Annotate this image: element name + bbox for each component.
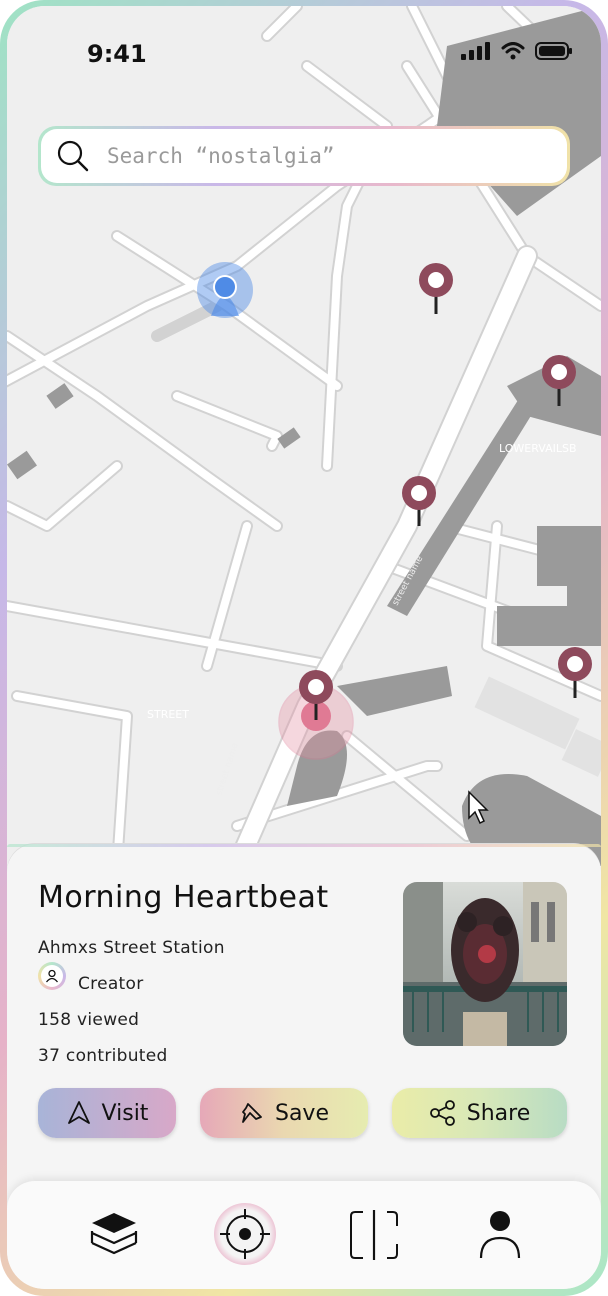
status-time: 9:41 — [87, 40, 147, 68]
place-title: Morning Heartbeat — [38, 880, 329, 915]
pin-icon — [242, 1103, 262, 1123]
share-icon — [429, 1100, 455, 1126]
scan-icon — [350, 1210, 398, 1260]
profile-icon — [479, 1211, 521, 1259]
visit-label: Visit — [101, 1100, 149, 1126]
save-button[interactable]: Save — [200, 1088, 368, 1138]
share-label: Share — [466, 1100, 531, 1126]
tab-profile[interactable] — [470, 1205, 530, 1265]
contributed-count: 37 contributed — [38, 1046, 168, 1066]
bottom-tab-bar — [7, 1181, 601, 1289]
tab-scan[interactable] — [344, 1205, 404, 1265]
viewed-count: 158 viewed — [38, 1010, 140, 1030]
place-thumbnail[interactable] — [403, 882, 567, 1046]
navigation-arrow-icon — [67, 1101, 90, 1124]
tab-layers[interactable] — [84, 1205, 144, 1265]
status-bar: 9:41 — [7, 6, 601, 96]
search-input[interactable] — [105, 143, 529, 169]
battery-icon — [535, 42, 572, 60]
street-label: STREET — [147, 708, 189, 721]
wifi-icon — [501, 42, 525, 60]
street-label: LOWERVAILSB — [499, 442, 577, 455]
phone-screen: LOWERVAILSB street name STREET street na… — [7, 6, 601, 1289]
place-detail-sheet: Morning Heartbeat Ahmxs Street Station C… — [7, 844, 601, 1204]
signal-icon — [461, 42, 490, 60]
sheet-border — [7, 844, 601, 847]
search-icon — [41, 140, 105, 172]
share-button[interactable]: Share — [392, 1088, 567, 1138]
visit-button[interactable]: Visit — [38, 1088, 176, 1138]
layers-icon — [90, 1213, 138, 1255]
place-location: Ahmxs Street Station — [38, 938, 225, 958]
search-bar — [38, 126, 570, 186]
crosshair-icon — [220, 1209, 270, 1259]
save-label: Save — [274, 1100, 329, 1126]
user-location-marker[interactable] — [197, 262, 253, 318]
creator-label[interactable]: Creator — [78, 974, 144, 994]
creator-avatar-icon[interactable] — [38, 962, 66, 990]
status-icons — [461, 42, 573, 60]
tab-explore[interactable] — [214, 1203, 276, 1265]
